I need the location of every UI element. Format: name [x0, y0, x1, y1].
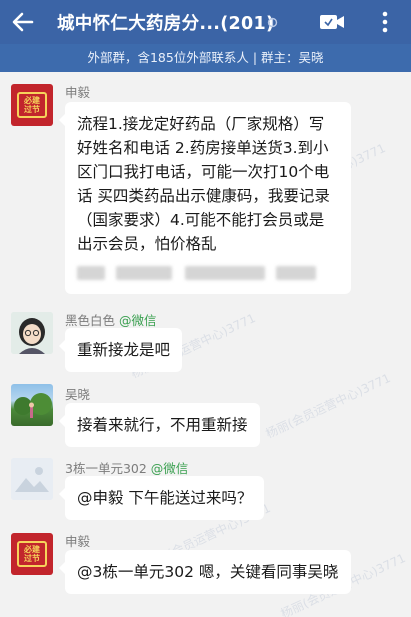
- message-text: @3栋一单元302 嗯，关键看同事吴晓: [77, 563, 339, 581]
- wechat-tag: @微信: [150, 461, 189, 476]
- blurred-block: [275, 265, 316, 280]
- wechat-tag: @微信: [119, 313, 157, 328]
- nature-photo-avatar[interactable]: [11, 384, 53, 426]
- sender-label: 吴晓: [65, 387, 91, 402]
- girl-photo-icon: [11, 312, 53, 354]
- message-bubble[interactable]: @3栋一单元302 嗯，关键看同事吴晓: [59, 550, 351, 594]
- default-image-avatar[interactable]: [11, 458, 53, 500]
- more-vertical-icon[interactable]: [378, 10, 392, 34]
- external-group-icon: [267, 17, 278, 28]
- message-bubble[interactable]: 接着来就行，不用重新接: [59, 403, 260, 447]
- app-bar: 城中怀仁大药房分...(201): [0, 0, 411, 44]
- video-call-icon[interactable]: [319, 12, 345, 32]
- sender-name: 3栋一单元302 @微信: [65, 458, 188, 477]
- sender-name: 黑色白色 @微信: [65, 310, 157, 329]
- message-text: 重新接龙是吧: [77, 341, 171, 359]
- avatar-badge-text: 必建 过节: [24, 96, 40, 114]
- message-text: @申毅 下午能送过来吗？: [77, 489, 253, 507]
- girl-photo-avatar[interactable]: [11, 312, 53, 354]
- sender-name: 申毅: [65, 82, 90, 101]
- chat-title: 城中怀仁大药房分...(201): [57, 14, 275, 34]
- sender-label: 申毅: [65, 534, 91, 549]
- back-arrow-icon[interactable]: [10, 9, 36, 35]
- red-badge-avatar[interactable]: 必建 过节: [11, 533, 53, 575]
- blurred-block: [115, 265, 172, 280]
- message-bubble[interactable]: 流程1.接龙定好药品（厂家规格）写好姓名和电话 2.药房接单送货3.到小区门口我…: [59, 102, 351, 294]
- message-text: 流程1.接龙定好药品（厂家规格）写好姓名和电话 2.药房接单送货3.到小区门口我…: [77, 115, 330, 253]
- blurred-block: [184, 265, 265, 280]
- sender-name: 吴晓: [65, 384, 90, 403]
- blurred-content: [77, 260, 339, 284]
- nature-photo-icon: [14, 393, 52, 418]
- sender-label: 申毅: [65, 85, 91, 100]
- message-bubble[interactable]: @申毅 下午能送过来吗？: [58, 476, 265, 520]
- sender-name: 申毅: [65, 531, 90, 550]
- sender-label: 3栋一单元302: [65, 461, 147, 476]
- image-placeholder-icon: [11, 458, 53, 500]
- avatar-badge-text: 必建 过节: [24, 545, 40, 563]
- chat-area[interactable]: 杨丽(会员运营中心)3771 杨丽(会员运营中心)3771 杨丽(会员运营中心)…: [0, 72, 411, 617]
- sender-label: 黑色白色: [65, 313, 116, 328]
- message-text: 接着来就行，不用重新接: [77, 416, 248, 434]
- red-badge-avatar[interactable]: 必建 过节: [11, 84, 53, 126]
- watermark: 杨丽(会员运营中心)3771: [263, 370, 393, 442]
- message-bubble[interactable]: 重新接龙是吧: [58, 328, 183, 372]
- blurred-block: [77, 265, 105, 280]
- group-info-bar[interactable]: 外部群，含185位外部联系人 | 群主：吴晓: [0, 44, 411, 72]
